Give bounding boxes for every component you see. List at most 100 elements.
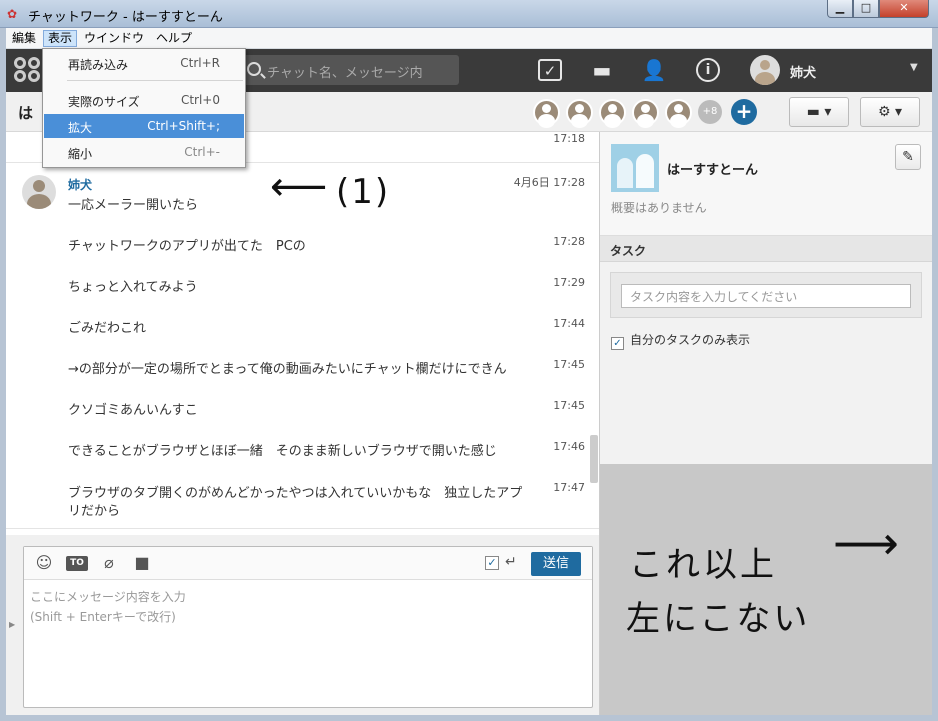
- close-button[interactable]: ✕: [879, 0, 929, 18]
- task-title: タスク: [610, 244, 647, 258]
- emoji-icon[interactable]: ☺: [33, 553, 55, 573]
- my-tasks-checkbox[interactable]: ✓: [611, 337, 624, 350]
- composer: ☺ TO ⌀ ■ ✓ ↵ 送信 ここにメッセージ内容を入力 (Shift + E…: [23, 546, 593, 708]
- paperclip-icon[interactable]: ⌀: [98, 553, 120, 573]
- send-button[interactable]: 送信: [531, 552, 581, 576]
- add-contact-icon[interactable]: 👤: [641, 58, 667, 82]
- task-box: タスク内容を入力してください: [610, 272, 922, 318]
- message-input[interactable]: ここにメッセージ内容を入力 (Shift + Enterキーで改行): [30, 587, 186, 627]
- menu-zoom-in-shortcut: Ctrl+Shift+;: [147, 119, 220, 133]
- enter-send-checkbox[interactable]: ✓: [485, 556, 499, 570]
- collapse-arrow-icon[interactable]: ▶: [9, 620, 15, 629]
- pencil-icon: ✎: [902, 149, 914, 165]
- menu-zoom-in[interactable]: 拡大 Ctrl+Shift+;: [44, 114, 244, 138]
- chevron-down-icon[interactable]: ▼: [910, 62, 918, 73]
- message-text: クソゴミあんいんすこ: [68, 403, 198, 418]
- menu-divider: [67, 80, 243, 81]
- menu-edit[interactable]: 編集: [8, 30, 40, 47]
- menu-window[interactable]: ウインドウ: [80, 30, 148, 47]
- room-icon: [611, 144, 659, 192]
- video-icon[interactable]: ■: [131, 553, 153, 573]
- message-time: 17:18: [553, 132, 585, 145]
- annotation-label: (1): [336, 172, 391, 212]
- view-menu-dropdown: 再読み込み Ctrl+R 実際のサイズ Ctrl+0 拡大 Ctrl+Shift…: [42, 48, 246, 168]
- member-avatar[interactable]: [533, 99, 560, 128]
- sender-avatar[interactable]: [22, 175, 56, 209]
- my-tasks-only-toggle[interactable]: ✓ 自分のタスクのみ表示: [611, 331, 750, 350]
- message-text: ごみだわこれ: [68, 321, 147, 336]
- settings-button[interactable]: ⚙ ▾: [860, 97, 920, 127]
- member-avatar[interactable]: [566, 99, 593, 128]
- chatwork-logo-icon[interactable]: [14, 57, 44, 85]
- room-name: はーすすとーん: [667, 163, 759, 178]
- maximize-button[interactable]: □: [853, 0, 879, 18]
- task-header: タスク: [600, 236, 932, 262]
- message-time: 17:29: [553, 276, 585, 289]
- menu-help[interactable]: ヘルプ: [152, 30, 196, 47]
- my-avatar[interactable]: [750, 55, 780, 85]
- menu-reload-label: 再読み込み: [68, 58, 129, 72]
- message-separator: [6, 528, 599, 529]
- menu-actual-size-label: 実際のサイズ: [68, 95, 140, 109]
- gear-icon: ⚙ ▾: [877, 104, 903, 120]
- menu-actual-size-shortcut: Ctrl+0: [180, 93, 220, 107]
- menu-view[interactable]: 表示: [43, 30, 78, 47]
- message-input-hint: (Shift + Enterキーで改行): [30, 610, 176, 624]
- search-box[interactable]: チャット名、メッセージ内: [239, 55, 459, 85]
- handwritten-note-line1: これ以上: [629, 545, 777, 585]
- composer-toolbar: ☺ TO ⌀ ■ ✓ ↵ 送信: [24, 547, 592, 580]
- message-time: 17:45: [553, 399, 585, 412]
- app-icon: ✿: [7, 7, 18, 21]
- member-avatar[interactable]: [665, 99, 692, 128]
- composer-area: ▶ ☺ TO ⌀ ■ ✓ ↵ 送信 ここにメッセージ内容を入力 (Shift +…: [6, 535, 599, 715]
- member-avatar[interactable]: [632, 99, 659, 128]
- annotation-arrow-left: ⟵: [270, 164, 328, 210]
- menu-zoom-out[interactable]: 縮小 Ctrl+-: [44, 140, 244, 164]
- folder-icon: ▬ ▾: [806, 104, 832, 120]
- message-time: 4月6日 17:28: [513, 176, 585, 189]
- right-panel: はーすすとーん 概要はありません ✎ タスク タスク内容を入力してください ✓ 自…: [599, 132, 932, 715]
- message-text: →の部分が一定の場所でとまって俺の動画みたいにチャット欄だけにできん: [68, 362, 507, 377]
- folder-icon[interactable]: ▬: [589, 58, 615, 82]
- files-button[interactable]: ▬ ▾: [789, 97, 849, 127]
- message-text-cont: リだから: [68, 504, 121, 519]
- menu-reload[interactable]: 再読み込み Ctrl+R: [44, 51, 244, 75]
- annotation-arrow-right: ⟶: [833, 516, 899, 570]
- to-icon[interactable]: TO: [66, 556, 88, 571]
- my-tasks-label: 自分のタスクのみ表示: [630, 333, 751, 347]
- handwritten-note-line2: 左にこない: [626, 599, 811, 639]
- sender-name[interactable]: 姉犬: [68, 176, 92, 193]
- add-member-button[interactable]: +: [731, 99, 757, 125]
- window-titlebar: ✿ チャットワーク - はーすすとーん ▁ □ ✕: [0, 0, 938, 28]
- menu-reload-shortcut: Ctrl+R: [180, 56, 220, 70]
- empty-panel-area: これ以上 左にこない: [600, 464, 932, 715]
- task-icon[interactable]: ✓: [538, 59, 562, 81]
- edit-room-button[interactable]: ✎: [895, 144, 921, 170]
- room-info: はーすすとーん 概要はありません ✎: [600, 132, 932, 236]
- message-time: 17:28: [553, 235, 585, 248]
- window-title: チャットワーク - はーすすとーん: [28, 10, 223, 25]
- member-avatar[interactable]: [599, 99, 626, 128]
- minimize-button[interactable]: ▁: [827, 0, 853, 18]
- menu-actual-size[interactable]: 実際のサイズ Ctrl+0: [44, 88, 244, 112]
- menu-zoom-out-shortcut: Ctrl+-: [184, 145, 220, 159]
- menu-zoom-out-label: 縮小: [68, 147, 93, 161]
- menu-zoom-in-label: 拡大: [68, 121, 93, 135]
- more-members-badge[interactable]: +8: [698, 100, 722, 124]
- search-icon: [247, 62, 261, 76]
- message-input-placeholder: ここにメッセージ内容を入力: [30, 590, 186, 604]
- message-text: 一応メーラー開いたら: [68, 198, 199, 213]
- message-text: できることがブラウザとほぼ一緒 そのまま新しいブラウザで開いた感じ: [68, 444, 497, 459]
- username[interactable]: 姉犬: [790, 62, 816, 81]
- message-time: 17:44: [553, 317, 585, 330]
- room-title: は: [18, 104, 34, 122]
- enter-icon: ↵: [505, 554, 517, 570]
- message-text: ブラウザのタブ開くのがめんどかったやつは入れていいかもな 独立したアプ: [68, 486, 523, 501]
- info-icon[interactable]: i: [696, 58, 720, 82]
- room-description: 概要はありません: [611, 201, 707, 215]
- search-input[interactable]: チャット名、メッセージ内: [267, 62, 423, 81]
- message-text: ちょっと入れてみよう: [68, 280, 198, 295]
- chat-scrollbar[interactable]: [590, 435, 598, 483]
- message-text: チャットワークのアプリが出てた PCの: [68, 239, 306, 254]
- task-input[interactable]: タスク内容を入力してください: [621, 284, 911, 308]
